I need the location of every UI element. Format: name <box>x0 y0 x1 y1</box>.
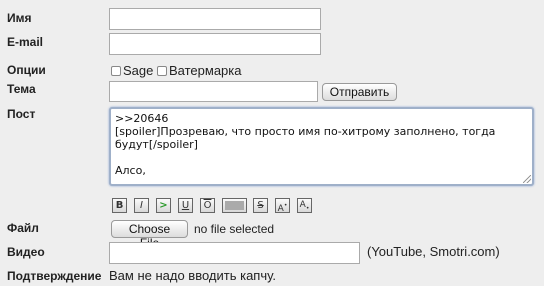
watermark-checkbox[interactable]: Ватермарка <box>157 63 241 78</box>
choose-file-button[interactable]: Choose File <box>111 220 188 250</box>
resize-handle-icon[interactable] <box>523 175 531 183</box>
post-label: Пост <box>7 107 36 121</box>
file-label: Файл <box>7 221 39 235</box>
bold-icon[interactable]: B <box>112 198 127 213</box>
spoiler-swatch <box>225 201 244 210</box>
spoiler-icon[interactable] <box>222 198 247 213</box>
post-textarea[interactable]: >>20646 [spoiler]Прозреваю, что просто и… <box>109 107 534 186</box>
superscript-icon[interactable]: A• <box>275 198 290 214</box>
subject-label: Тема <box>7 82 36 96</box>
post-text[interactable]: >>20646 [spoiler]Прозреваю, что просто и… <box>115 112 499 177</box>
watermark-label: Ватермарка <box>169 63 242 78</box>
watermark-checkbox-box[interactable] <box>157 65 167 76</box>
sage-checkbox-box[interactable] <box>111 65 121 76</box>
overline-icon[interactable]: O <box>200 198 215 213</box>
italic-icon[interactable]: I <box>134 198 149 213</box>
subscript-icon[interactable]: A• <box>297 198 312 213</box>
file-status: no file selected <box>194 222 275 236</box>
video-label: Видео <box>7 245 45 259</box>
subject-field[interactable] <box>109 81 318 102</box>
name-label: Имя <box>7 11 32 25</box>
submit-button[interactable]: Отправить <box>322 83 397 101</box>
email-field[interactable] <box>109 33 321 55</box>
options-label: Опции <box>7 63 46 77</box>
video-field[interactable] <box>109 242 360 264</box>
captcha-note: Вам не надо вводить капчу. <box>109 268 276 283</box>
quote-icon[interactable]: > <box>156 198 171 213</box>
underline-icon[interactable]: U <box>178 198 193 213</box>
email-label: E-mail <box>7 35 44 49</box>
sage-label: Sage <box>123 63 154 78</box>
confirm-label: Подтверждение <box>7 269 102 283</box>
name-field[interactable] <box>109 8 321 30</box>
video-hint: (YouTube, Smotri.com) <box>367 244 500 259</box>
strikethrough-icon[interactable]: S <box>253 198 268 213</box>
sage-checkbox[interactable]: Sage <box>111 63 153 78</box>
